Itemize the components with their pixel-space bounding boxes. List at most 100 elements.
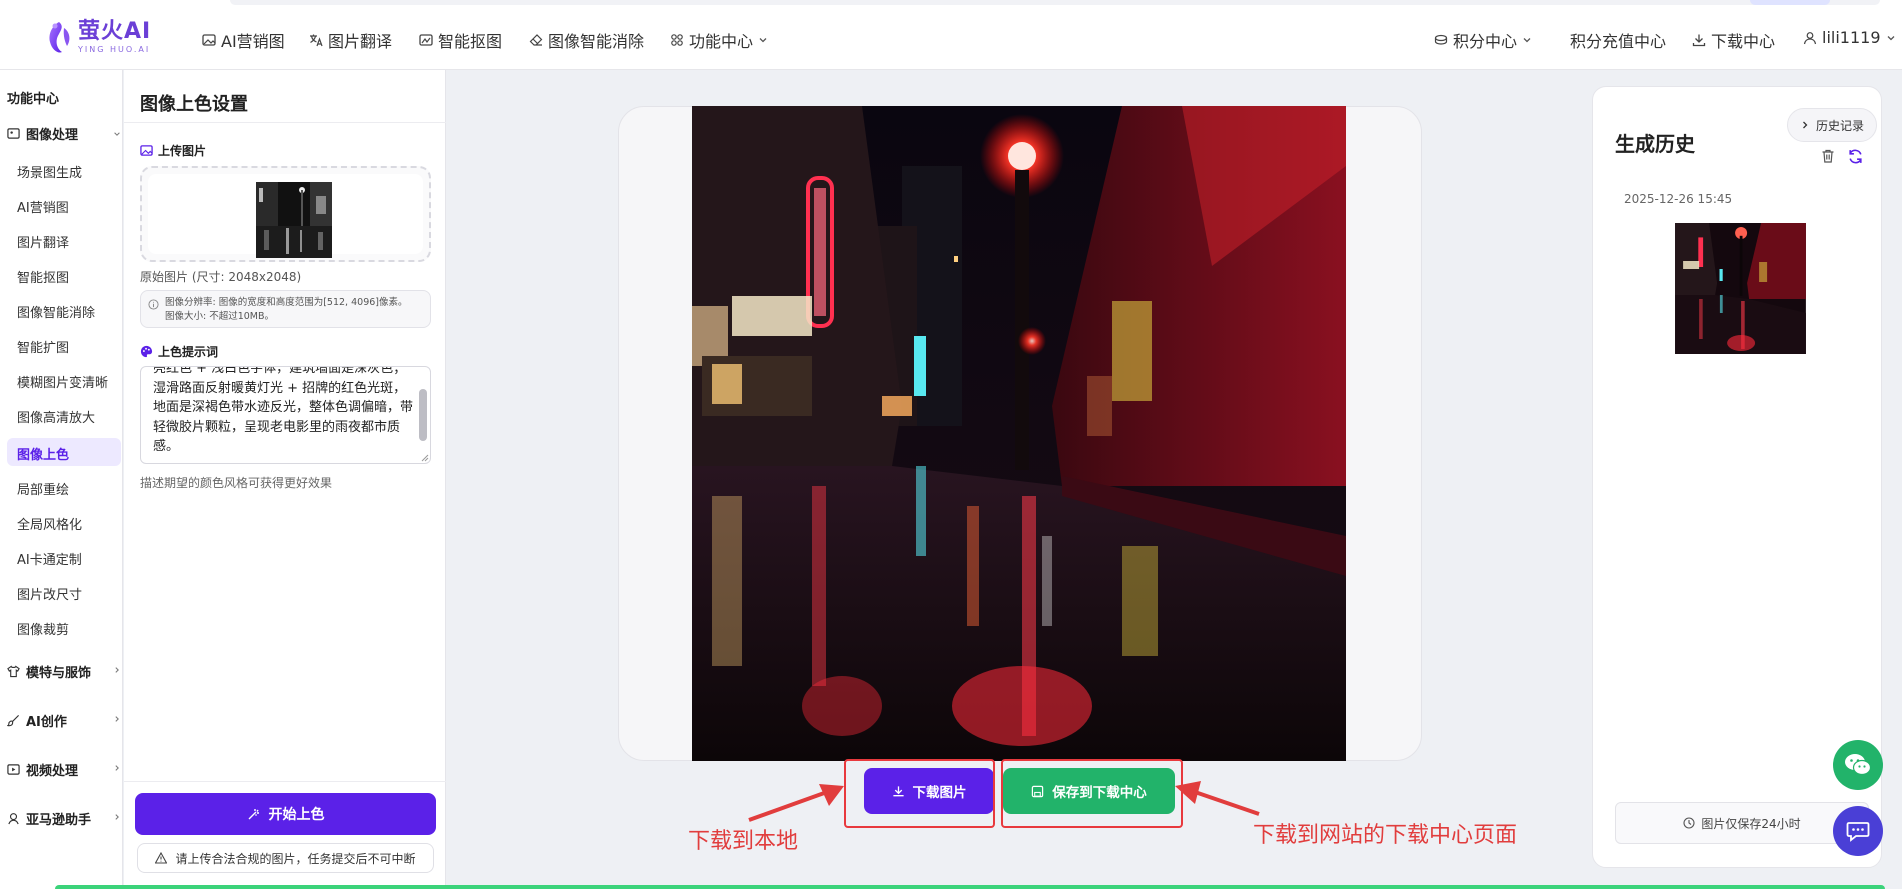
nav-points-center[interactable]: 积分中心 — [1434, 28, 1532, 52]
brand-logo[interactable]: 萤火AI YING HUO.AI — [44, 18, 151, 56]
nav-feature-center[interactable]: 功能中心 — [670, 28, 768, 52]
sidebar-item-colorize[interactable]: 图像上色 — [17, 444, 69, 463]
bw-street-image — [256, 182, 332, 258]
shirt-icon — [7, 665, 20, 678]
sidebar-item-stylize[interactable]: 全局风格化 — [17, 514, 82, 533]
prompt-label-text: 上色提示词 — [158, 345, 219, 359]
sidebar-item-expand[interactable]: 智能扩图 — [17, 337, 69, 356]
history-title: 生成历史 — [1615, 132, 1695, 156]
sidebar-item-scene[interactable]: 场景图生成 — [17, 162, 82, 181]
prompt-textarea[interactable]: 亮红色 + 浅白色字体，建筑墙面是深灰色；湿滑路面反射暖黄灯光 + 招牌的红色光… — [140, 366, 431, 464]
top-strip — [230, 0, 1880, 5]
sidebar-item-erase[interactable]: 图像智能消除 — [17, 302, 95, 321]
user-icon — [1803, 31, 1817, 44]
upload-label: 上传图片 — [140, 142, 206, 159]
upload-inner — [148, 174, 423, 258]
sidebar-group-label: 亚马逊助手 — [26, 813, 92, 828]
prompt-scrollbar[interactable] — [419, 389, 427, 441]
image-icon — [7, 128, 20, 139]
nav-smart-cutout[interactable]: 智能抠图 — [419, 28, 502, 52]
trash-icon[interactable] — [1820, 148, 1836, 164]
sidebar-group-amazon[interactable]: 亚马逊助手 — [7, 809, 119, 828]
upload-dropzone[interactable] — [140, 166, 431, 262]
sidebar-item-crop[interactable]: 图像裁剪 — [17, 619, 69, 638]
start-colorize-button[interactable]: 开始上色 — [135, 793, 436, 835]
grid-icon — [671, 34, 683, 46]
sidebar-group-image-processing[interactable]: 图像处理 — [7, 124, 120, 143]
nav-label: 功能中心 — [689, 32, 754, 51]
nav-image-translate[interactable]: 图片翻译 — [309, 28, 392, 52]
nav-download-center[interactable]: 下载中心 — [1692, 28, 1775, 52]
sidebar-item-resize[interactable]: 图片改尺寸 — [17, 584, 82, 603]
annotation-arrow-left — [748, 784, 844, 822]
nav-ai-marketing[interactable]: AI营销图 — [202, 28, 285, 52]
wechat-button[interactable] — [1833, 740, 1883, 790]
warning-icon — [155, 852, 168, 864]
night-street-photo — [692, 106, 1346, 761]
chevron-right-icon — [1803, 121, 1808, 129]
sidebar-item-deblur[interactable]: 模糊图片变清晰 — [17, 372, 108, 391]
image-upload-icon — [140, 145, 153, 156]
sidebar-group-ai-create[interactable]: AI创作 — [7, 711, 119, 730]
chat-support-button[interactable] — [1833, 806, 1883, 856]
history-date: 2025-12-26 15:45 — [1624, 192, 1733, 206]
nav-label: 图片翻译 — [328, 32, 393, 51]
annotation-download-local: 下载到本地 — [688, 829, 799, 854]
settings-title: 图像上色设置 — [140, 94, 248, 115]
sidebar-group-video[interactable]: 视频处理 — [7, 760, 119, 779]
sidebar-item-upscale[interactable]: 图像高清放大 — [17, 407, 95, 426]
refresh-icon[interactable] — [1847, 148, 1864, 165]
video-icon — [7, 764, 20, 775]
history-thumbnail[interactable] — [1675, 223, 1806, 354]
nav-label: AI营销图 — [221, 32, 285, 51]
brand-name: 萤火AI — [78, 18, 152, 44]
brush-icon — [7, 714, 20, 727]
nav-label: 积分充值中心 — [1570, 32, 1667, 51]
chevron-right-icon — [115, 765, 119, 771]
legal-notice-text: 请上传合法合规的图片，任务提交后不可中断 — [175, 851, 416, 866]
sidebar-group-label: 视频处理 — [26, 764, 79, 779]
chevron-right-icon — [115, 814, 119, 820]
translate-icon — [310, 34, 323, 47]
tip-line: 图像分辨率: 图像的宽度和高度范围为[512, 4096]像素。 — [165, 297, 408, 308]
original-image-info: 原始图片 (尺寸: 2048x2048) — [140, 270, 302, 284]
divider — [124, 781, 446, 782]
sidebar-group-label: 图像处理 — [26, 128, 79, 143]
prompt-text: 亮红色 + 浅白色字体，建筑墙面是深灰色；湿滑路面反射暖黄灯光 + 招牌的红色光… — [153, 366, 414, 454]
prompt-label: 上色提示词 — [140, 343, 218, 360]
sidebar-group-label: 模特与服饰 — [26, 666, 92, 681]
sidebar-item-cutout[interactable]: 智能抠图 — [17, 267, 69, 286]
history-records-button[interactable]: 历史记录 — [1787, 108, 1877, 142]
bottom-progress-line — [55, 885, 1885, 889]
resize-handle-icon[interactable] — [420, 453, 429, 462]
chevron-down-icon — [759, 38, 767, 43]
uploaded-thumbnail — [256, 182, 332, 258]
history-button-label: 历史记录 — [1815, 118, 1864, 133]
annotation-box-download — [844, 759, 995, 828]
sidebar-item-cartoon[interactable]: AI卡通定制 — [17, 549, 82, 568]
nav-user-menu[interactable]: lili1119 — [1803, 28, 1896, 47]
history-night-street-thumb — [1675, 223, 1806, 354]
colorized-result-image — [692, 106, 1346, 761]
sidebar-group-label: AI创作 — [26, 715, 67, 730]
sidebar-item-inpaint[interactable]: 局部重绘 — [17, 479, 69, 498]
nav-label: 智能抠图 — [438, 32, 503, 51]
wechat-icon — [1845, 754, 1872, 776]
coin-stack-icon — [1434, 34, 1448, 45]
assistant-icon — [8, 813, 19, 825]
image-icon — [202, 34, 216, 46]
nav-label: 下载中心 — [1711, 32, 1776, 51]
sidebar-group-model-apparel[interactable]: 模特与服饰 — [7, 662, 119, 681]
retention-notice-text: 图片仅保存24小时 — [1701, 816, 1801, 831]
chevron-down-icon — [114, 131, 120, 136]
download-icon — [1692, 34, 1706, 47]
sidebar-item-ai-marketing[interactable]: AI营销图 — [17, 197, 69, 216]
upload-label-text: 上传图片 — [158, 144, 207, 158]
info-icon — [148, 299, 159, 310]
sidebar-item-translate[interactable]: 图片翻译 — [17, 232, 69, 251]
nav-recharge-center[interactable]: 积分充值中心 — [1570, 28, 1666, 52]
annotation-arrow-right — [1175, 781, 1260, 816]
nav-smart-erase[interactable]: 图像智能消除 — [529, 28, 644, 52]
username: lili1119 — [1822, 28, 1881, 47]
magic-wand-icon — [248, 809, 259, 820]
